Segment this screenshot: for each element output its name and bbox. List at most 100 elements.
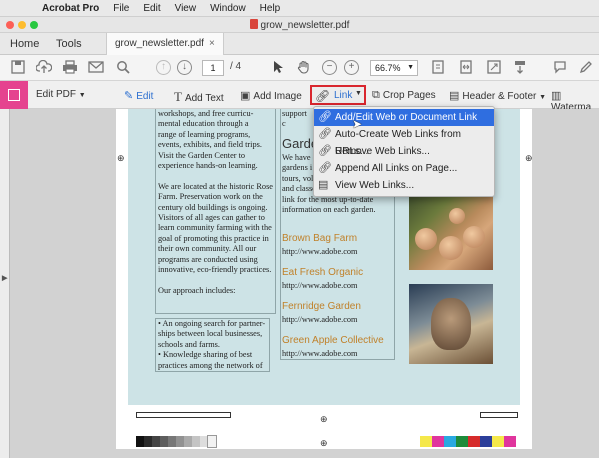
text-t-icon: T <box>174 89 182 104</box>
link-icon: 🔗︎ <box>318 162 332 174</box>
slug-info-bar <box>480 412 518 418</box>
edit-pdf-tool-icon[interactable] <box>0 81 28 109</box>
edit-pdf-title[interactable]: Edit PDF ▼ <box>36 89 86 100</box>
edit-button[interactable]: ✎ Edit <box>124 89 153 102</box>
registration-mark: ⊕ <box>117 153 125 163</box>
pdf-file-icon <box>249 19 258 29</box>
upload-cloud-icon[interactable] <box>35 59 53 76</box>
zoom-level-select[interactable]: 66.7% ▼ <box>370 60 418 76</box>
tab-document[interactable]: grow_newsletter.pdf × <box>106 33 224 55</box>
menu-item-label: Append All Links on Page... <box>335 163 458 174</box>
slug-info-bar <box>136 412 231 418</box>
menu-item-view-links[interactable]: ▤ View Web Links... <box>314 177 494 194</box>
chevron-down-icon: ▼ <box>78 92 86 99</box>
add-text-button[interactable]: T Add Text <box>174 89 224 105</box>
header-footer-button[interactable]: ▤ Header & Footer ▼ <box>449 89 546 102</box>
link-icon: 🔗︎ <box>318 111 332 123</box>
column-1-text[interactable]: workshops, and free curricu- mental educ… <box>158 109 278 296</box>
previous-page-icon[interactable]: ↑ <box>156 60 171 75</box>
email-icon[interactable] <box>88 60 104 76</box>
tab-tools[interactable]: Tools <box>56 33 82 55</box>
window-title-text: grow_newsletter.pdf <box>260 20 350 31</box>
garden-url[interactable]: http://www.adobe.com <box>282 247 358 256</box>
crop-pages-button[interactable]: ⧉ Crop Pages <box>372 89 436 102</box>
add-image-button[interactable]: ▣ Add Image <box>240 89 302 102</box>
close-tab-icon[interactable]: × <box>209 38 215 49</box>
scroll-mode-icon[interactable] <box>512 60 528 76</box>
mac-menu-bar: Acrobat Pro File Edit View Window Help <box>0 0 599 17</box>
tab-bar: Home Tools grow_newsletter.pdf × <box>0 33 599 55</box>
menu-view[interactable]: View <box>175 3 197 14</box>
comment-icon[interactable] <box>552 60 568 76</box>
pen-icon[interactable] <box>578 60 594 76</box>
select-cursor-icon[interactable] <box>270 60 286 76</box>
menu-item-add-edit-link[interactable]: 🔗︎ Add/Edit Web or Document Link <box>314 109 494 126</box>
link-button[interactable]: 🔗︎ Link ▼ <box>310 85 366 105</box>
registration-mark: ⊕ <box>320 414 328 424</box>
garden-url[interactable]: http://www.adobe.com <box>282 315 358 324</box>
color-swatch <box>504 436 516 447</box>
gray-swatch <box>144 436 152 447</box>
menu-app-name[interactable]: Acrobat Pro <box>42 3 99 14</box>
link-dropdown-menu: 🔗︎ Add/Edit Web or Document Link 🔗︎ Auto-C… <box>313 106 495 197</box>
registration-mark: ⊕ <box>320 438 328 448</box>
document-icon: ▤ <box>318 179 329 191</box>
garden-name[interactable]: Fernridge Garden <box>282 301 361 312</box>
produce-photo[interactable] <box>409 190 493 270</box>
next-page-icon[interactable]: ↓ <box>177 60 192 75</box>
fit-page-icon[interactable] <box>430 60 446 76</box>
garden-name[interactable]: Green Apple Collective <box>282 335 384 346</box>
tab-document-label: grow_newsletter.pdf <box>115 38 204 49</box>
zoom-out-icon[interactable]: − <box>322 60 337 75</box>
zoom-level-value: 66.7% <box>375 63 401 73</box>
link-icon: 🔗︎ <box>318 128 332 140</box>
color-swatch <box>432 436 444 447</box>
window-title: grow_newsletter.pdf <box>0 19 599 31</box>
edit-pdf-title-text: Edit PDF <box>36 89 77 100</box>
left-panel-rail[interactable]: ▶ <box>0 109 10 458</box>
color-swatch <box>444 436 456 447</box>
chevron-down-icon: ▼ <box>355 90 362 97</box>
color-swatch <box>468 436 480 447</box>
farmer-photo[interactable] <box>409 284 493 364</box>
chevron-down-icon: ▼ <box>539 94 547 101</box>
save-icon[interactable] <box>10 60 26 76</box>
watermark-icon: ▥ <box>551 90 562 102</box>
menu-edit[interactable]: Edit <box>143 3 160 14</box>
tab-home[interactable]: Home <box>10 33 39 55</box>
menu-item-append-links[interactable]: 🔗︎ Append All Links on Page... <box>314 160 494 177</box>
menu-item-auto-create-links[interactable]: 🔗︎ Auto-Create Web Links from URLs... <box>314 126 494 157</box>
crop-icon: ⧉ <box>372 89 380 101</box>
gray-swatch <box>200 436 208 447</box>
garden-name[interactable]: Brown Bag Farm <box>282 233 357 244</box>
menu-file[interactable]: File <box>113 3 129 14</box>
link-icon: 🔗︎ <box>318 145 332 157</box>
crop-pages-label: Crop Pages <box>382 90 436 101</box>
menu-item-label: Remove Web Links... <box>335 146 430 157</box>
menu-item-remove-links[interactable]: 🔗︎ Remove Web Links... <box>314 143 494 160</box>
garden-name[interactable]: Eat Fresh Organic <box>282 267 363 278</box>
menu-window[interactable]: Window <box>210 3 246 14</box>
zoom-in-icon[interactable]: + <box>344 60 359 75</box>
garden-url[interactable]: http://www.adobe.com <box>282 349 358 358</box>
menu-help[interactable]: Help <box>260 3 281 14</box>
search-icon[interactable] <box>115 60 131 76</box>
page-number-input[interactable]: 1 <box>202 60 224 76</box>
color-swatch <box>492 436 504 447</box>
gray-swatch <box>184 436 192 447</box>
column-1-list-text[interactable]: • An ongoing search for partner- ships b… <box>158 319 273 371</box>
color-swatch <box>420 436 432 447</box>
expand-panel-icon[interactable]: ▶ <box>2 274 7 282</box>
add-image-label: Add Image <box>253 91 302 102</box>
header-footer-icon: ▤ <box>449 90 460 102</box>
column-2-top-text[interactable]: support c <box>282 109 312 130</box>
print-icon[interactable] <box>62 60 78 76</box>
fit-width-icon[interactable] <box>458 60 474 76</box>
window-title-bar: grow_newsletter.pdf <box>0 17 599 33</box>
hand-tool-icon[interactable] <box>296 60 312 76</box>
full-screen-icon[interactable] <box>486 60 502 76</box>
link-button-label: Link <box>334 90 353 101</box>
edit-button-label: Edit <box>136 91 154 102</box>
image-icon: ▣ <box>240 90 251 102</box>
garden-url[interactable]: http://www.adobe.com <box>282 281 358 290</box>
